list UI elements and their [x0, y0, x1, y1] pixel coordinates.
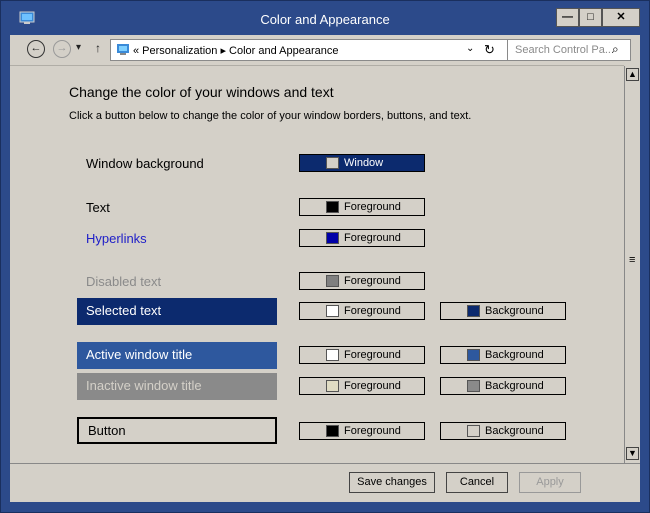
active-title-foreground-button[interactable]: Foreground — [299, 346, 425, 364]
text-foreground-button[interactable]: Foreground — [299, 198, 425, 216]
maximize-button[interactable]: □ — [579, 8, 602, 27]
window-client-area: ← → ▾ ↑ « Personalization ▸ Color and Ap… — [10, 35, 640, 502]
button-label: Background — [485, 425, 544, 437]
title-bar[interactable]: Color and Appearance — □ ✕ — [1, 1, 649, 35]
inactive-title-foreground-button[interactable]: Foreground — [299, 377, 425, 395]
close-button[interactable]: ✕ — [602, 8, 640, 27]
text-label: Text — [86, 200, 110, 215]
button-label: Button — [77, 417, 277, 444]
scroll-up-icon[interactable]: ▲ — [626, 68, 639, 81]
page-title: Change the color of your windows and tex… — [69, 84, 334, 100]
refresh-icon[interactable]: ↻ — [484, 42, 495, 58]
inactive-window-title-label: Inactive window title — [77, 373, 277, 400]
button-label: Foreground — [344, 380, 401, 392]
color-swatch — [326, 305, 339, 317]
button-label: Background — [485, 305, 544, 317]
up-arrow-icon[interactable]: ↑ — [95, 41, 101, 55]
inactive-title-background-button[interactable]: Background — [440, 377, 566, 395]
color-swatch — [467, 380, 480, 392]
forward-arrow-icon[interactable]: → — [53, 40, 71, 58]
minimize-button[interactable]: — — [556, 8, 579, 27]
navigation-bar: ← → ▾ ↑ « Personalization ▸ Color and Ap… — [10, 35, 640, 65]
footer-bar: Save changes Cancel Apply — [10, 463, 640, 502]
button-label: Window — [344, 157, 384, 169]
color-swatch — [326, 157, 339, 169]
page-description: Click a button below to change the color… — [69, 110, 472, 122]
button-foreground-button[interactable]: Foreground — [299, 422, 425, 440]
address-bar[interactable]: « Personalization ▸ Color and Appearance… — [110, 39, 508, 61]
selected-text-background-button[interactable]: Background — [440, 302, 566, 320]
button-label: Foreground — [344, 425, 401, 437]
color-swatch — [326, 349, 339, 361]
active-title-background-button[interactable]: Background — [440, 346, 566, 364]
color-swatch — [467, 349, 480, 361]
search-input[interactable]: Search Control Pa... ⌕ — [507, 39, 631, 61]
recent-locations-icon[interactable]: ▾ — [76, 42, 81, 53]
color-swatch — [326, 275, 339, 287]
save-changes-button[interactable]: Save changes — [349, 472, 435, 493]
button-label: Foreground — [344, 305, 401, 317]
window-background-label: Window background — [86, 156, 204, 171]
main-content: Change the color of your windows and tex… — [10, 65, 624, 463]
button-label: Background — [485, 380, 544, 392]
color-swatch — [467, 305, 480, 317]
window: Color and Appearance — □ ✕ ← → ▾ ↑ « Per… — [0, 0, 650, 513]
window-title: Color and Appearance — [260, 12, 390, 27]
button-label: Foreground — [344, 201, 401, 213]
button-label: Foreground — [344, 349, 401, 361]
window-background-button[interactable]: Window — [299, 154, 425, 172]
color-swatch — [467, 425, 480, 437]
control-panel-icon — [117, 44, 129, 55]
apply-button[interactable]: Apply — [519, 472, 581, 493]
color-swatch — [326, 232, 339, 244]
vertical-scrollbar[interactable]: ▲ ≡ ▼ — [624, 66, 640, 463]
back-arrow-icon[interactable]: ← — [27, 40, 45, 58]
disabled-text-label: Disabled text — [86, 274, 162, 289]
color-swatch — [326, 201, 339, 213]
breadcrumb[interactable]: « Personalization ▸ Color and Appearance — [133, 44, 339, 57]
hyperlinks-label: Hyperlinks — [86, 231, 147, 246]
disabled-text-foreground-button[interactable]: Foreground — [299, 272, 425, 290]
active-window-title-label: Active window title — [77, 342, 277, 369]
color-swatch — [326, 380, 339, 392]
search-icon[interactable]: ⌕ — [612, 42, 619, 57]
search-placeholder: Search Control Pa... — [515, 44, 615, 56]
scroll-thumb-icon[interactable]: ≡ — [629, 254, 635, 266]
button-label: Background — [485, 349, 544, 361]
color-swatch — [326, 425, 339, 437]
cancel-button[interactable]: Cancel — [446, 472, 508, 493]
chevron-down-icon[interactable]: ⌄ — [466, 43, 474, 54]
selected-text-foreground-button[interactable]: Foreground — [299, 302, 425, 320]
hyperlinks-foreground-button[interactable]: Foreground — [299, 229, 425, 247]
button-background-button[interactable]: Background — [440, 422, 566, 440]
selected-text-label: Selected text — [77, 298, 277, 325]
button-label: Foreground — [344, 275, 401, 287]
scroll-down-icon[interactable]: ▼ — [626, 447, 639, 460]
button-label: Foreground — [344, 232, 401, 244]
